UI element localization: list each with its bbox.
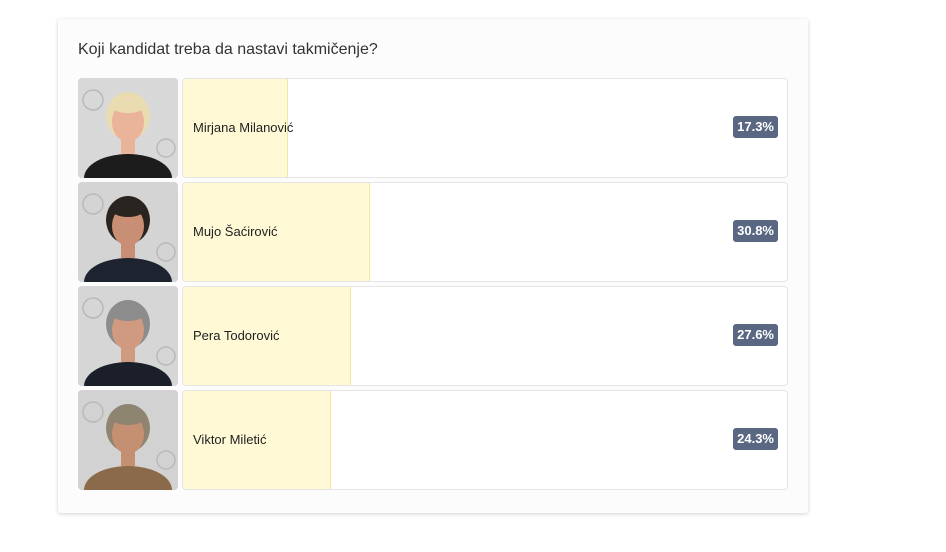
portrait-image (78, 390, 178, 490)
candidate-name: Mirjana Milanović (193, 120, 294, 135)
portrait-image (78, 182, 178, 282)
poll-option[interactable]: Mirjana Milanović 17.3% (78, 78, 788, 178)
percent-badge: 24.3% (733, 428, 778, 450)
percent-badge: 17.3% (733, 116, 778, 138)
candidate-photo (78, 286, 178, 386)
candidate-photo (78, 390, 178, 490)
poll-options: Mirjana Milanović 17.3% Mujo Šaćirović 3… (78, 78, 788, 494)
portrait-image (78, 78, 178, 178)
poll-card: Koji kandidat treba da nastavi takmičenj… (58, 19, 808, 513)
vote-bar[interactable]: Pera Todorović 27.6% (182, 286, 788, 386)
candidate-name: Pera Todorović (193, 328, 280, 343)
poll-question: Koji kandidat treba da nastavi takmičenj… (78, 41, 378, 58)
vote-bar[interactable]: Mirjana Milanović 17.3% (182, 78, 788, 178)
poll-option[interactable]: Pera Todorović 27.6% (78, 286, 788, 386)
candidate-name: Viktor Miletić (193, 432, 267, 447)
poll-option[interactable]: Mujo Šaćirović 30.8% (78, 182, 788, 282)
candidate-name: Mujo Šaćirović (193, 224, 278, 239)
percent-badge: 27.6% (733, 324, 778, 346)
candidate-photo (78, 78, 178, 178)
portrait-image (78, 286, 178, 386)
percent-badge: 30.8% (733, 220, 778, 242)
poll-option[interactable]: Viktor Miletić 24.3% (78, 390, 788, 490)
vote-bar[interactable]: Viktor Miletić 24.3% (182, 390, 788, 490)
candidate-photo (78, 182, 178, 282)
vote-bar[interactable]: Mujo Šaćirović 30.8% (182, 182, 788, 282)
